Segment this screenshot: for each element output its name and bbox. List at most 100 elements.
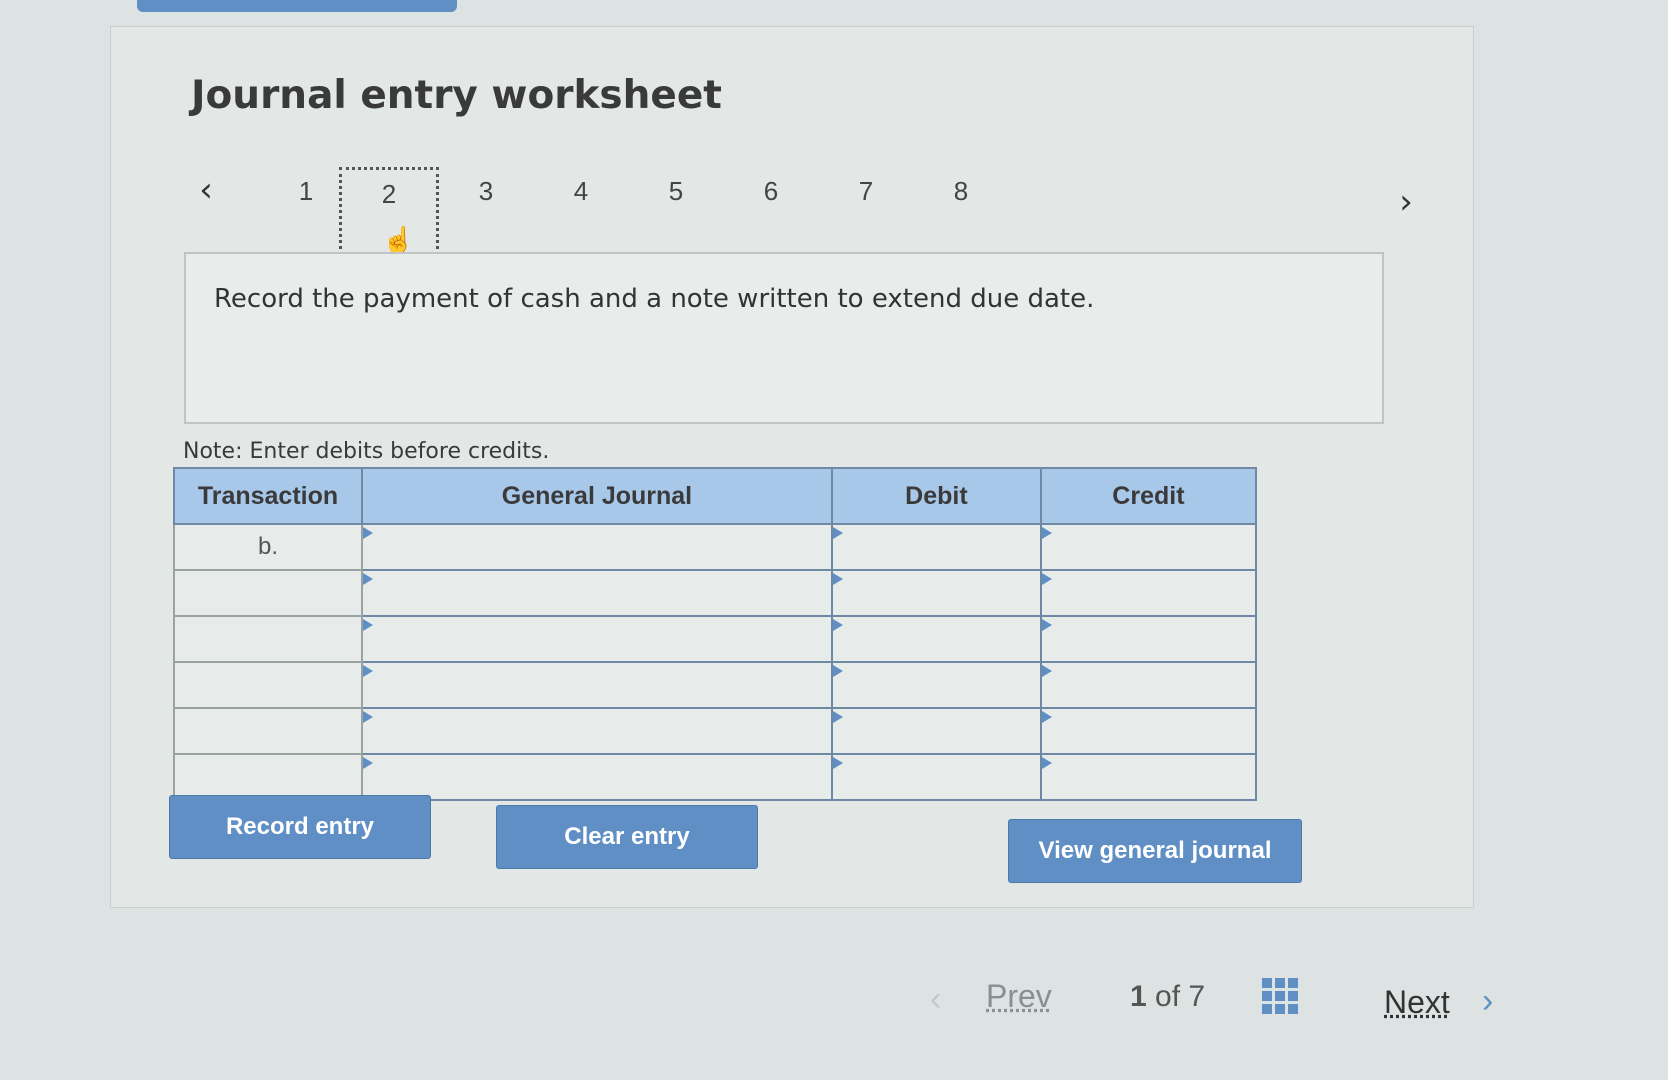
worksheet-panel: Journal entry worksheet ‹ 1 2 ☝ 3 4 5 6 … [110, 26, 1474, 908]
dropdown-marker-icon [832, 665, 843, 677]
table-row: b. [173, 523, 1258, 571]
dropdown-marker-icon [832, 573, 843, 585]
step-8[interactable]: 8 [911, 167, 1011, 247]
dropdown-marker-icon [1041, 573, 1052, 585]
step-5[interactable]: 5 [626, 167, 726, 247]
step-3[interactable]: 3 [436, 167, 536, 247]
question-box: Record the payment of cash and a note wr… [184, 252, 1384, 424]
view-general-journal-button[interactable]: View general journal [1008, 819, 1302, 883]
account-cell[interactable] [360, 569, 833, 617]
debit-cell[interactable] [830, 569, 1042, 617]
account-input[interactable] [363, 757, 830, 797]
page-current: 1 [1130, 980, 1147, 1013]
next-link[interactable]: Next [1384, 984, 1450, 1021]
prev-link[interactable]: Prev [986, 978, 1052, 1015]
header-general-journal: General Journal [360, 467, 833, 525]
account-input[interactable] [363, 573, 830, 613]
table-row [173, 661, 1258, 709]
transaction-cell [173, 569, 363, 617]
journal-table: Transaction General Journal Debit Credit… [173, 467, 1258, 801]
transaction-cell: b. [173, 523, 363, 571]
debit-input[interactable] [833, 573, 1039, 613]
credit-input[interactable] [1042, 757, 1254, 797]
debit-input[interactable] [833, 665, 1039, 705]
account-cell[interactable] [360, 615, 833, 663]
dropdown-marker-icon [1041, 665, 1052, 677]
step-navigator: ‹ 1 2 ☝ 3 4 5 6 7 8 › [191, 147, 1431, 257]
debit-input[interactable] [833, 757, 1039, 797]
credit-cell[interactable] [1039, 707, 1258, 755]
dropdown-marker-icon [1041, 527, 1052, 539]
step-4[interactable]: 4 [531, 167, 631, 247]
credit-input[interactable] [1042, 527, 1254, 567]
prev-step-arrow-icon[interactable]: ‹ [191, 173, 221, 207]
transaction-cell [173, 753, 363, 801]
credit-cell[interactable] [1039, 661, 1258, 709]
dropdown-marker-icon [362, 665, 373, 677]
account-input[interactable] [363, 711, 830, 751]
account-cell[interactable] [360, 707, 833, 755]
dropdown-marker-icon [832, 711, 843, 723]
step-6[interactable]: 6 [721, 167, 821, 247]
table-row [173, 615, 1258, 663]
grid-menu-icon[interactable] [1262, 978, 1298, 1014]
dropdown-marker-icon [1041, 619, 1052, 631]
debit-cell[interactable] [830, 523, 1042, 571]
header-credit: Credit [1039, 467, 1258, 525]
account-cell[interactable] [360, 661, 833, 709]
dropdown-marker-icon [362, 757, 373, 769]
credit-cell[interactable] [1039, 753, 1258, 801]
account-input[interactable] [363, 665, 830, 705]
step-2[interactable]: 2 ☝ [339, 167, 439, 255]
transaction-cell [173, 615, 363, 663]
account-input[interactable] [363, 619, 830, 659]
debit-cell[interactable] [830, 707, 1042, 755]
credit-input[interactable] [1042, 665, 1254, 705]
chevron-right-icon[interactable]: › [1482, 982, 1493, 1021]
credit-input[interactable] [1042, 711, 1254, 751]
question-text: Record the payment of cash and a note wr… [214, 284, 1095, 314]
header-transaction: Transaction [173, 467, 363, 525]
dropdown-marker-icon [1041, 711, 1052, 723]
top-tab [137, 0, 457, 12]
table-row [173, 569, 1258, 617]
clear-entry-button[interactable]: Clear entry [496, 805, 758, 869]
dropdown-marker-icon [832, 757, 843, 769]
table-row [173, 753, 1258, 801]
next-step-arrow-icon[interactable]: › [1391, 185, 1421, 219]
debit-cell[interactable] [830, 615, 1042, 663]
record-entry-button[interactable]: Record entry [169, 795, 431, 859]
step-7[interactable]: 7 [816, 167, 916, 247]
footer-navigation: ‹ Prev 1 of 7 Next › [0, 960, 1668, 1080]
debit-cell[interactable] [830, 661, 1042, 709]
table-row [173, 707, 1258, 755]
debit-input[interactable] [833, 527, 1039, 567]
page-of: of [1155, 980, 1181, 1013]
debit-cell[interactable] [830, 753, 1042, 801]
dropdown-marker-icon [362, 573, 373, 585]
account-cell[interactable] [360, 523, 833, 571]
step-2-label: 2 [381, 179, 397, 209]
debit-input[interactable] [833, 619, 1039, 659]
credit-input[interactable] [1042, 573, 1254, 613]
dropdown-marker-icon [362, 711, 373, 723]
dropdown-marker-icon [832, 619, 843, 631]
chevron-left-icon: ‹ [930, 980, 942, 1018]
header-debit: Debit [830, 467, 1042, 525]
credit-cell[interactable] [1039, 569, 1258, 617]
dropdown-marker-icon [1041, 757, 1052, 769]
transaction-cell [173, 707, 363, 755]
dropdown-marker-icon [362, 619, 373, 631]
account-cell[interactable] [360, 753, 833, 801]
transaction-cell [173, 661, 363, 709]
page-total: 7 [1188, 980, 1206, 1013]
debit-input[interactable] [833, 711, 1039, 751]
credit-cell[interactable] [1039, 615, 1258, 663]
dropdown-marker-icon [362, 527, 373, 539]
credit-input[interactable] [1042, 619, 1254, 659]
credit-cell[interactable] [1039, 523, 1258, 571]
worksheet-title: Journal entry worksheet [191, 73, 722, 118]
dropdown-marker-icon [832, 527, 843, 539]
account-input[interactable] [363, 527, 830, 567]
note-text: Note: Enter debits before credits. [183, 439, 550, 464]
